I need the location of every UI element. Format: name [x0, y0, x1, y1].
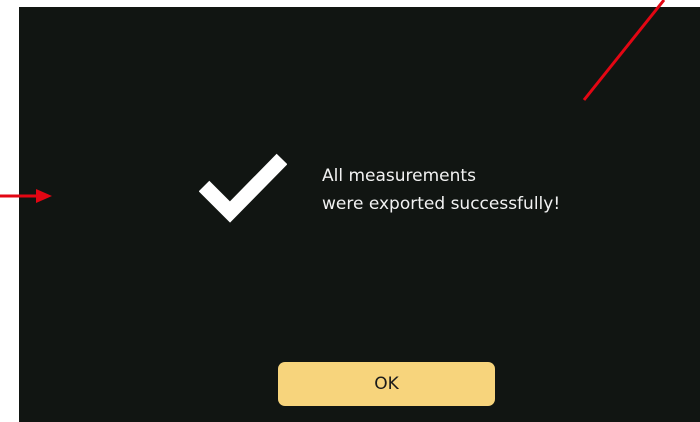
- success-message: All measurements were exported successfu…: [322, 162, 560, 218]
- success-message-line-1: All measurements: [322, 166, 476, 186]
- export-success-dialog: All measurements were exported successfu…: [19, 7, 700, 422]
- success-message-line-2: were exported successfully!: [322, 194, 561, 214]
- checkmark-icon: [199, 153, 287, 223]
- ok-button[interactable]: OK: [278, 362, 495, 406]
